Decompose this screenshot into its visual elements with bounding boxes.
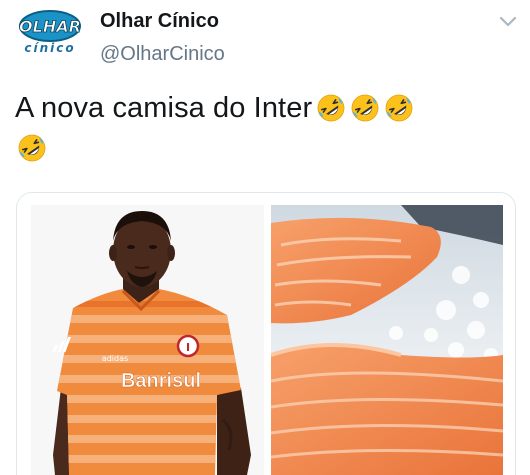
author-handle[interactable]: @OlharCinico	[100, 43, 225, 66]
tweet-card: OLHAR cínico Olhar Cínico @OlharCinico A…	[0, 0, 530, 475]
tweet-body: A nova camisa do Inter	[15, 92, 313, 124]
avatar-logo-bottom: cínico	[24, 41, 75, 55]
shirt-brand: adidas	[102, 354, 128, 363]
player-photo[interactable]: I adidas Banrisul	[31, 205, 264, 475]
avatar-logo-top: OLHAR	[19, 17, 81, 36]
laughing-emoji-icon	[350, 93, 380, 123]
author-name[interactable]: Olhar Cínico	[100, 10, 219, 33]
laughing-emoji-icon	[17, 133, 47, 163]
laughing-emoji-icon	[384, 93, 414, 123]
svg-text:I: I	[186, 341, 190, 354]
tweet-media[interactable]: I adidas Banrisul	[16, 192, 516, 475]
olhar-cinico-logo: OLHAR cínico	[15, 7, 85, 57]
laughing-emoji-icon	[316, 93, 346, 123]
chevron-down-icon[interactable]	[497, 12, 519, 30]
salmon-photo[interactable]	[271, 205, 503, 475]
shirt-sponsor: Banrisul	[121, 370, 201, 392]
avatar[interactable]: OLHAR cínico	[14, 6, 86, 58]
tweet-text: A nova camisa do Inter	[15, 88, 515, 168]
